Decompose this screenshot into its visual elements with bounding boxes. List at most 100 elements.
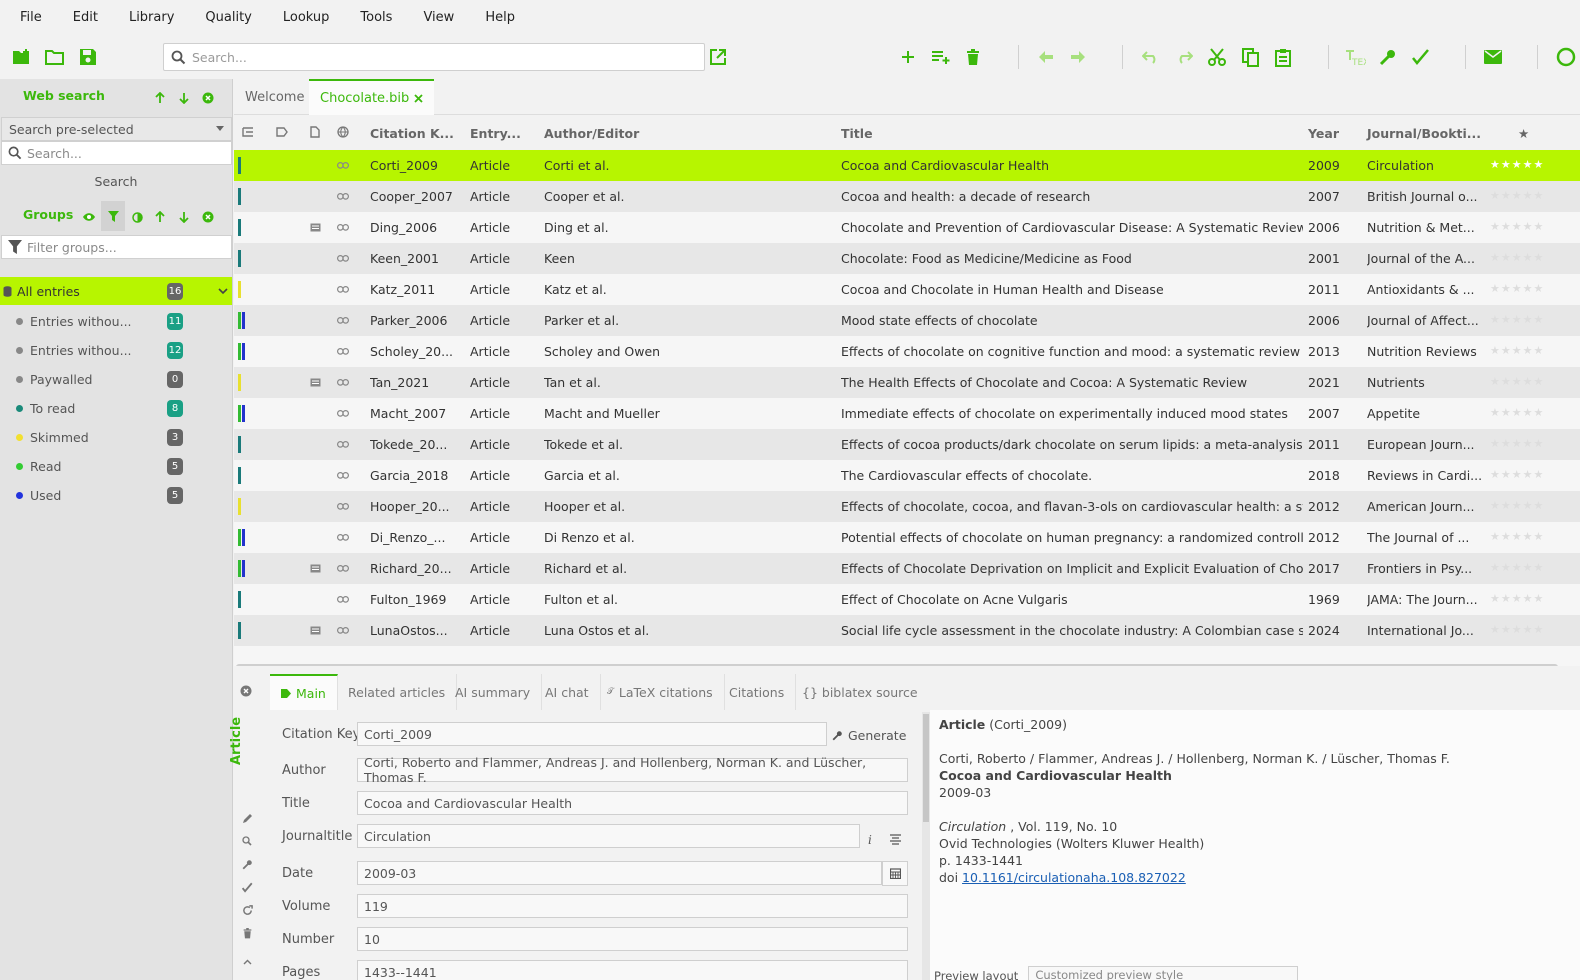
group-item[interactable]: To read 8 bbox=[0, 394, 232, 422]
info-icon[interactable]: i bbox=[868, 833, 872, 847]
cut-icon[interactable] bbox=[1205, 45, 1229, 69]
new-library-icon[interactable] bbox=[10, 45, 34, 69]
calendar-button[interactable] bbox=[882, 861, 908, 886]
link-icon[interactable] bbox=[337, 472, 349, 479]
url-column-icon[interactable] bbox=[337, 126, 349, 138]
table-row[interactable]: Fulton_1969 Article Fulton et al. Effect of… bbox=[234, 584, 1580, 615]
delete-icon[interactable] bbox=[961, 45, 985, 69]
back-icon[interactable] bbox=[1034, 45, 1058, 69]
save-icon[interactable] bbox=[76, 45, 100, 69]
table-row[interactable]: Di_Renzo_... Article Di Renzo et al. Potent… bbox=[234, 522, 1580, 553]
copy-icon[interactable] bbox=[1238, 45, 1262, 69]
email-icon[interactable] bbox=[1481, 45, 1505, 69]
link-icon[interactable] bbox=[337, 224, 349, 231]
rank-stars[interactable]: ★★★★★ bbox=[1490, 530, 1544, 543]
field-input[interactable]: Cocoa and Cardiovascular Health bbox=[357, 791, 908, 815]
file-icon[interactable] bbox=[310, 564, 321, 573]
field-input[interactable]: 2009-03 bbox=[357, 861, 882, 885]
menu-edit[interactable]: Edit bbox=[53, 10, 115, 25]
menu-view[interactable]: View bbox=[403, 10, 471, 25]
close-editor-icon[interactable] bbox=[240, 685, 252, 697]
intersection-icon[interactable] bbox=[129, 209, 145, 225]
field-input[interactable]: 1433--1441 bbox=[357, 960, 908, 980]
link-icon[interactable] bbox=[337, 441, 349, 448]
editor-scrollbar-thumb[interactable] bbox=[923, 714, 929, 822]
editor-tab-citations[interactable]: Citations bbox=[718, 674, 797, 710]
move-down-icon[interactable] bbox=[176, 90, 192, 106]
rank-stars[interactable]: ★★★★★ bbox=[1490, 158, 1544, 171]
link-icon[interactable] bbox=[337, 317, 349, 324]
web-search-button[interactable]: Search bbox=[0, 174, 232, 189]
rank-stars[interactable]: ★★★★★ bbox=[1490, 592, 1544, 605]
table-row[interactable]: Garcia_2018 Article Garcia et al. The Cardi… bbox=[234, 460, 1580, 491]
table-row[interactable]: Scholey_20... Article Scholey and Owen Effe… bbox=[234, 336, 1580, 367]
group-item[interactable]: Skimmed 3 bbox=[0, 423, 232, 451]
editor-tab-ai-chat[interactable]: AI chat bbox=[534, 674, 601, 710]
table-row[interactable]: Cooper_2007 Article Cooper et al. Cocoa and… bbox=[234, 181, 1580, 212]
column-header-entry-type[interactable]: Entry... bbox=[470, 126, 521, 141]
table-row[interactable]: Richard_20... Article Richard et al. Effect… bbox=[234, 553, 1580, 584]
search-icon[interactable] bbox=[240, 834, 254, 848]
file-column-icon[interactable] bbox=[310, 126, 320, 138]
rank-stars[interactable]: ★★★★★ bbox=[1490, 468, 1544, 481]
link-icon[interactable] bbox=[337, 410, 349, 417]
link-icon[interactable] bbox=[337, 534, 349, 541]
column-header-rank[interactable]: ★ bbox=[1518, 126, 1529, 141]
group-item[interactable]: Entries withou... 12 bbox=[0, 336, 232, 364]
link-icon[interactable] bbox=[337, 162, 349, 169]
link-icon[interactable] bbox=[337, 565, 349, 572]
close-pane-icon[interactable] bbox=[200, 209, 216, 225]
table-row[interactable]: Tan_2021 Article Tan et al. The Health Effe… bbox=[234, 367, 1580, 398]
close-icon[interactable] bbox=[414, 93, 423, 103]
column-header-citation-key[interactable]: Citation K... bbox=[370, 126, 454, 141]
menu-library[interactable]: Library bbox=[109, 10, 191, 25]
chevron-up-icon[interactable] bbox=[240, 955, 254, 969]
group-item[interactable]: Paywalled 0 bbox=[0, 365, 232, 393]
cleanup-icon[interactable] bbox=[1376, 45, 1400, 69]
link-icon[interactable] bbox=[337, 379, 349, 386]
add-entry-from-id-icon[interactable] bbox=[929, 45, 953, 69]
column-header-title[interactable]: Title bbox=[841, 126, 873, 141]
group-item[interactable]: Read 5 bbox=[0, 452, 232, 480]
close-pane-icon[interactable] bbox=[200, 90, 216, 106]
field-input[interactable]: Corti_2009 bbox=[357, 722, 827, 746]
table-row[interactable]: Corti_2009 Article Corti et al. Cocoa and C… bbox=[234, 150, 1580, 181]
field-input[interactable]: Corti, Roberto and Flammer, Andreas J. a… bbox=[357, 755, 908, 785]
table-row[interactable]: LunaOstos... Article Luna Ostos et al. Soci… bbox=[234, 615, 1580, 646]
menu-quality[interactable]: Quality bbox=[185, 10, 268, 25]
link-icon[interactable] bbox=[337, 503, 349, 510]
rank-stars[interactable]: ★★★★★ bbox=[1490, 189, 1544, 202]
table-row[interactable]: Tokede_20... Article Tokede et al. Effects … bbox=[234, 429, 1580, 460]
doi-link[interactable]: 10.1161/circulationaha.108.827022 bbox=[962, 870, 1186, 885]
link-icon[interactable] bbox=[337, 627, 349, 634]
rank-stars[interactable]: ★★★★★ bbox=[1490, 282, 1544, 295]
table-row[interactable]: Parker_2006 Article Parker et al. Mood stat… bbox=[234, 305, 1580, 336]
rank-stars[interactable]: ★★★★★ bbox=[1490, 375, 1544, 388]
rank-stars[interactable]: ★★★★★ bbox=[1490, 313, 1544, 326]
column-header-year[interactable]: Year bbox=[1308, 126, 1339, 141]
generate-key-button[interactable]: Generate bbox=[832, 728, 906, 743]
menu-lookup[interactable]: Lookup bbox=[263, 10, 347, 25]
web-search-input[interactable] bbox=[27, 145, 217, 161]
editor-tab-biblatex-source[interactable]: {} biblatex source bbox=[791, 674, 929, 710]
move-up-icon[interactable] bbox=[152, 90, 168, 106]
editor-tab-ai-summary[interactable]: AI summary bbox=[444, 674, 543, 710]
table-row[interactable]: Macht_2007 Article Macht and Mueller Immedi… bbox=[234, 398, 1580, 429]
field-input[interactable]: 119 bbox=[357, 894, 908, 918]
table-row[interactable]: Ding_2006 Article Ding et al. Chocolate and… bbox=[234, 212, 1580, 243]
cleanup-icon[interactable] bbox=[240, 857, 254, 871]
label-column-icon[interactable] bbox=[276, 127, 288, 137]
move-down-icon[interactable] bbox=[176, 209, 192, 225]
github-icon[interactable] bbox=[1556, 45, 1576, 69]
menu-help[interactable]: Help bbox=[465, 10, 532, 25]
rank-stars[interactable]: ★★★★★ bbox=[1490, 251, 1544, 264]
filter-icon[interactable] bbox=[101, 201, 125, 231]
delete-icon[interactable] bbox=[240, 926, 254, 940]
add-entry-icon[interactable] bbox=[896, 45, 920, 69]
column-header-journal[interactable]: Journal/Bookti... bbox=[1367, 126, 1481, 141]
filter-groups-input[interactable] bbox=[27, 239, 217, 255]
group-item[interactable]: Entries withou... 11 bbox=[0, 307, 232, 335]
paste-icon[interactable] bbox=[1271, 45, 1295, 69]
field-input[interactable]: Circulation bbox=[357, 824, 860, 848]
editor-tab-related-articles[interactable]: Related articles bbox=[337, 674, 458, 710]
